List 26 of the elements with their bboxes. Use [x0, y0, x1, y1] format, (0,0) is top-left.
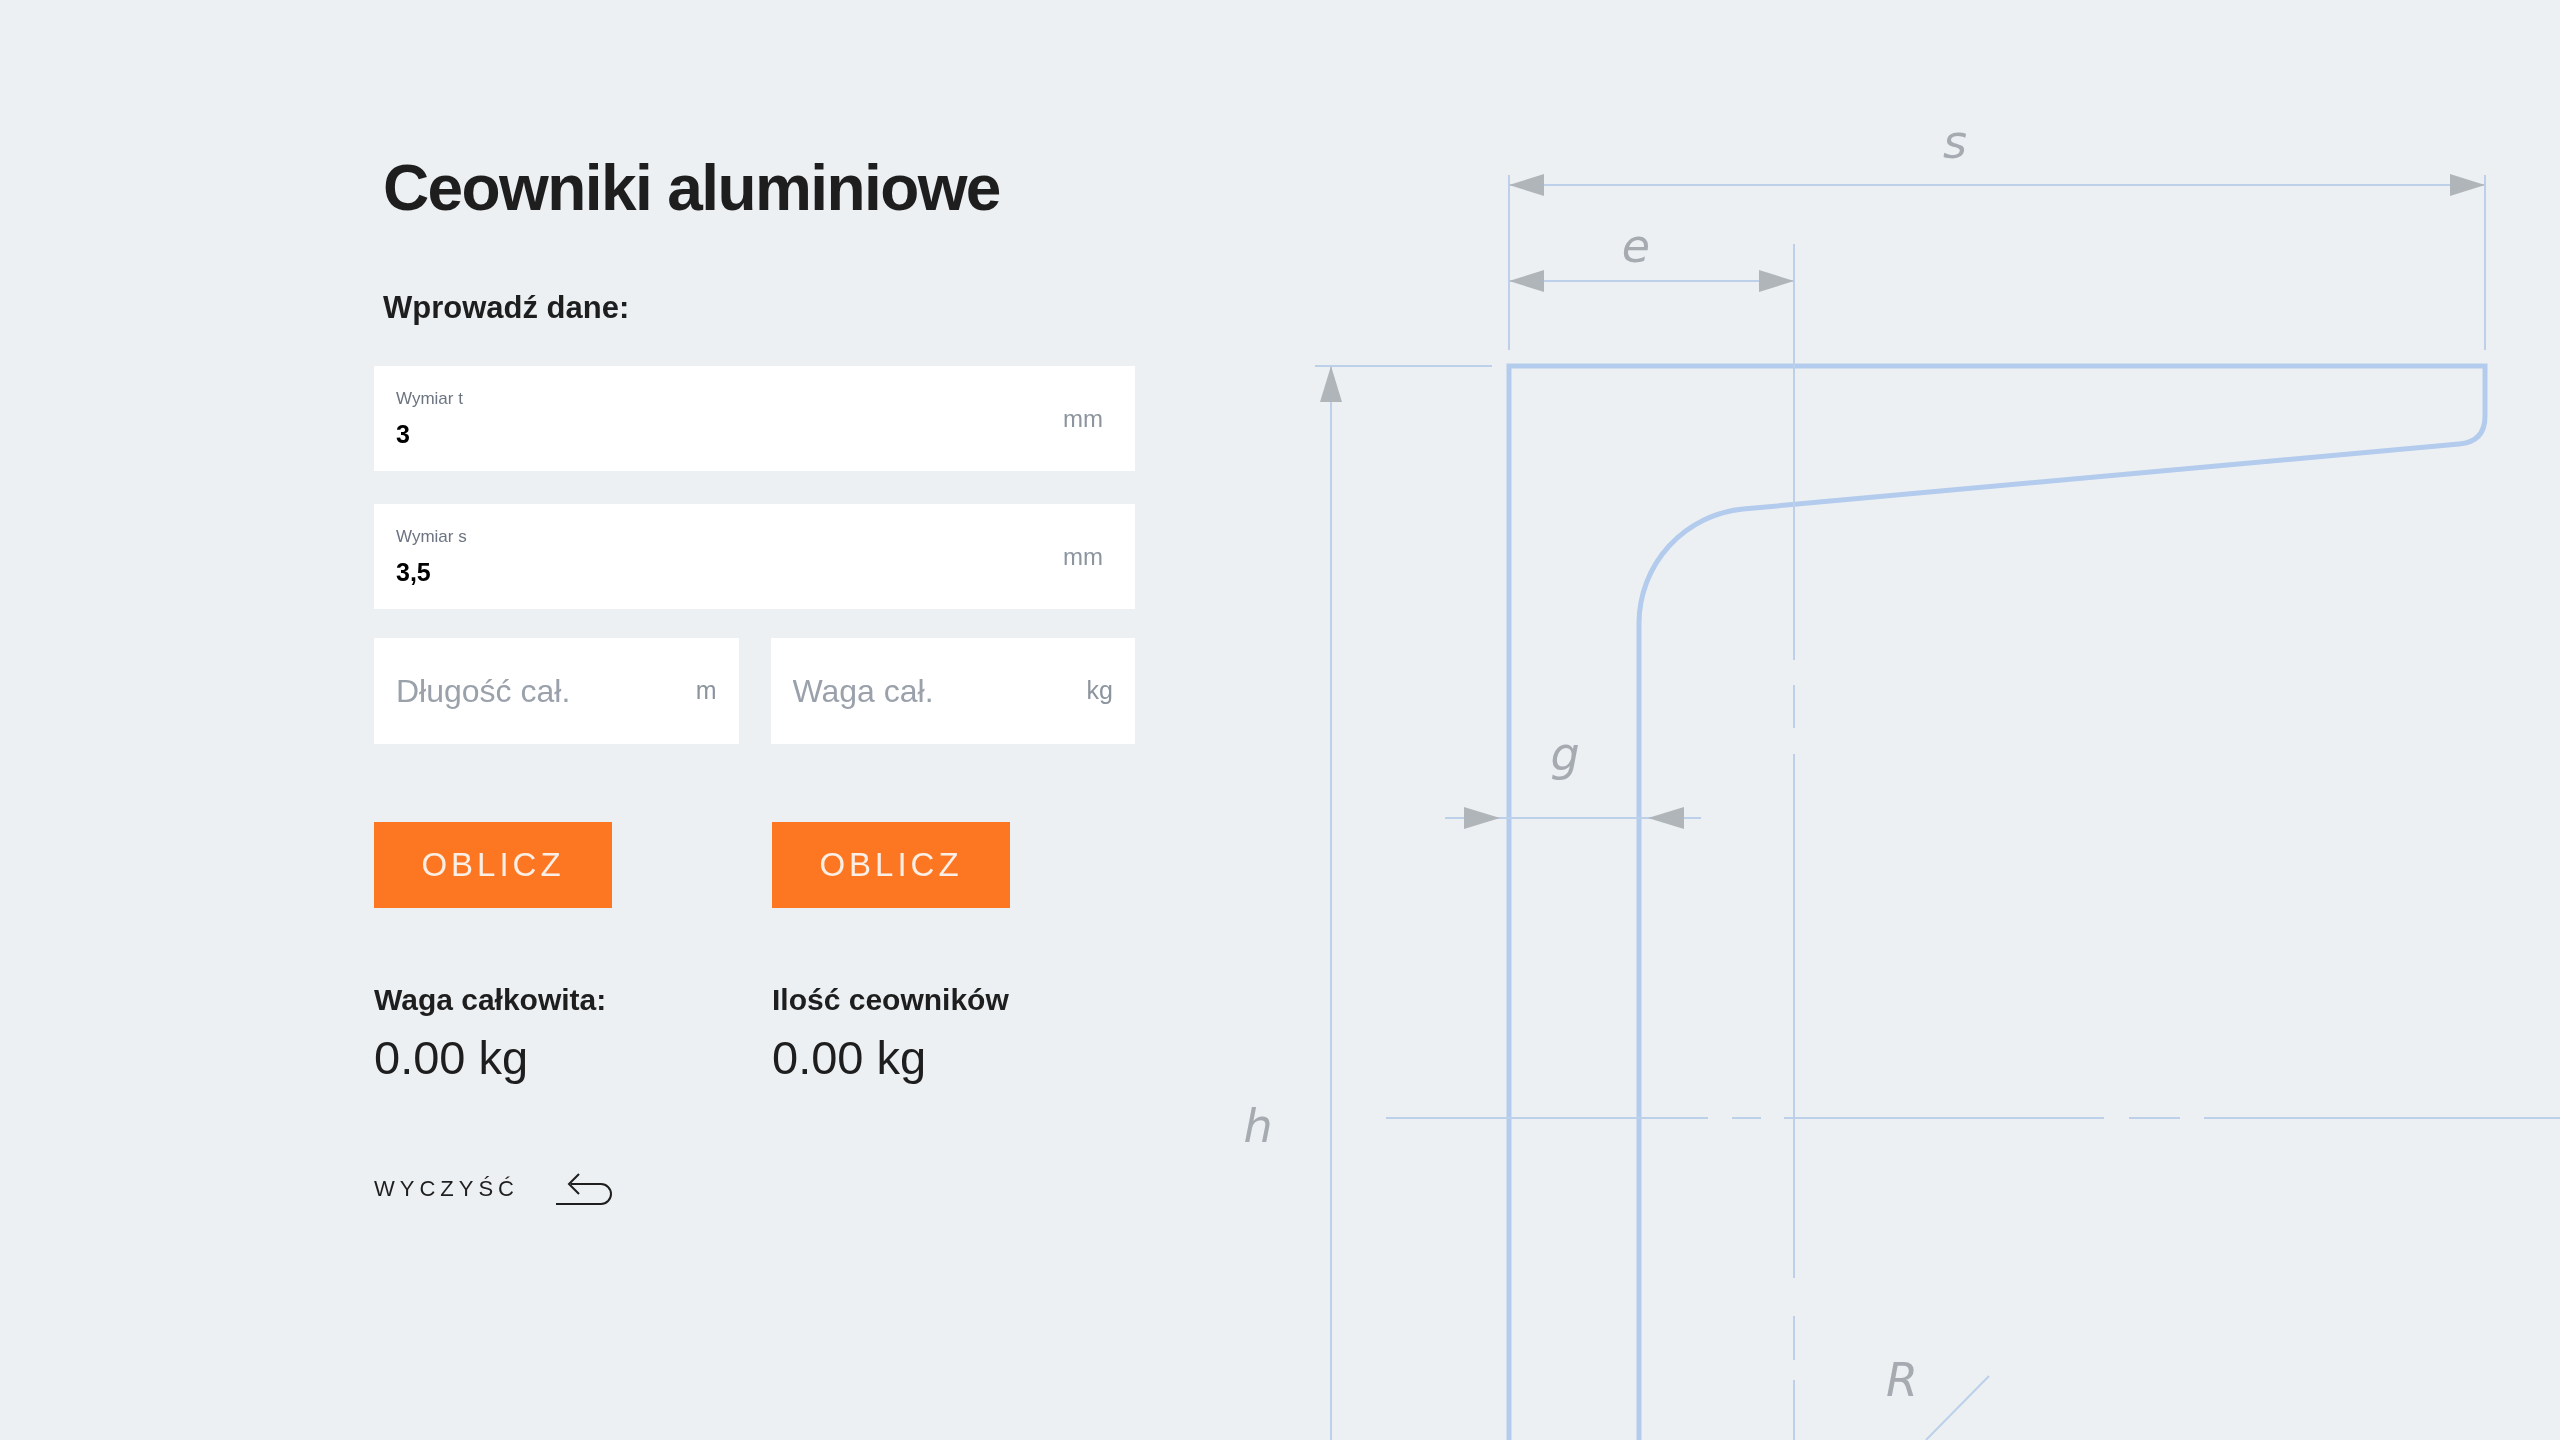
undo-arrow-icon	[555, 1170, 613, 1206]
result-value: 0.00 kg	[374, 1030, 530, 1086]
input-field[interactable]: Wymiar s 3,5 mm	[374, 504, 1135, 609]
section-label: Wprowadź dane:	[383, 289, 631, 327]
dimension-label: e	[1621, 219, 1651, 273]
dimension-label: R	[1886, 1353, 1918, 1407]
result-label: Waga całkowita:	[374, 982, 608, 1018]
leader-line	[1925, 1375, 1990, 1440]
field-label: Wymiar s	[396, 525, 468, 548]
unit-label: mm	[1063, 541, 1103, 572]
result-label: Ilość ceowników	[772, 982, 1010, 1018]
value-input[interactable]: 3	[396, 417, 1063, 450]
result-value: 0.00 kg	[772, 1030, 928, 1086]
value-input[interactable]: Waga cał.	[792, 667, 1087, 715]
dimension-label: h	[1243, 1099, 1273, 1153]
input-field[interactable]: Wymiar t 3 mm	[374, 366, 1135, 471]
value-input[interactable]: 3,5	[396, 555, 1063, 588]
dimension-label: g	[1550, 727, 1580, 781]
value-input[interactable]: Długość cał.	[396, 667, 696, 715]
unit-label: mm	[1063, 403, 1103, 434]
unit-label: m	[695, 675, 717, 707]
dimension-label: s	[1943, 115, 1967, 169]
clear-button[interactable]: WYCZYŚĆ	[374, 1170, 613, 1206]
page-title: Ceowniki aluminiowe	[383, 151, 1001, 226]
field-label: Wymiar t	[396, 387, 464, 410]
unit-label: kg	[1086, 675, 1113, 707]
